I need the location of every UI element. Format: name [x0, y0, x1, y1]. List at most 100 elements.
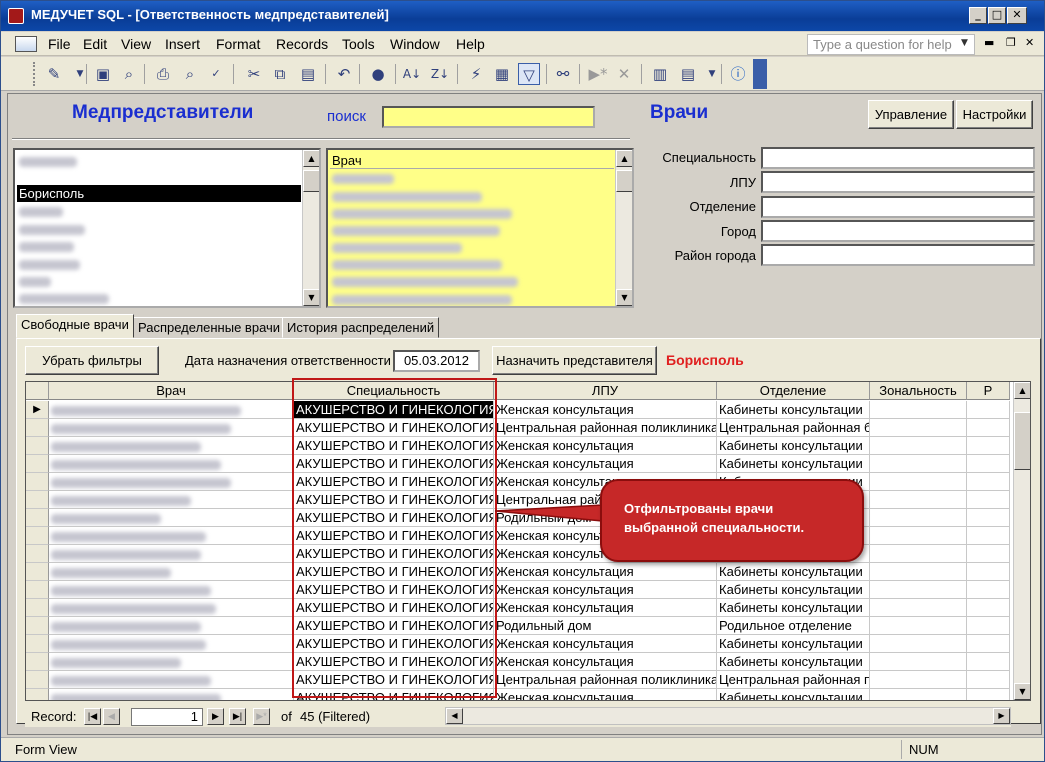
- menu-help[interactable]: Help: [456, 36, 485, 52]
- child-close-icon[interactable]: ✕: [1025, 36, 1034, 49]
- help-dropdown-icon[interactable]: ▼: [961, 38, 968, 48]
- scroll-down-icon[interactable]: ▼: [1014, 683, 1030, 700]
- cell-doctor[interactable]: [49, 491, 294, 509]
- cell-specialty[interactable]: АКУШЕРСТВО И ГИНЕКОЛОГИЯ: [294, 599, 494, 617]
- city-field[interactable]: [761, 220, 1035, 242]
- cell-extra[interactable]: [967, 581, 1010, 599]
- cell-zoning[interactable]: [870, 401, 967, 419]
- toolbar-grip[interactable]: [33, 62, 37, 86]
- cell-doctor[interactable]: [49, 437, 294, 455]
- scroll-thumb[interactable]: [303, 170, 319, 192]
- cell-specialty[interactable]: АКУШЕРСТВО И ГИНЕКОЛОГИЯ: [294, 671, 494, 689]
- department-field[interactable]: [761, 196, 1035, 218]
- cell-zoning[interactable]: [870, 653, 967, 671]
- cell-specialty[interactable]: АКУШЕРСТВО И ГИНЕКОЛОГИЯ: [294, 527, 494, 545]
- row-selector[interactable]: [26, 419, 49, 437]
- scroll-up-icon[interactable]: ▲: [303, 150, 319, 167]
- list-item[interactable]: [17, 255, 301, 272]
- cell-zoning[interactable]: [870, 527, 967, 545]
- list-item[interactable]: [330, 238, 614, 255]
- column-header[interactable]: Отделение: [717, 382, 870, 400]
- settings-button[interactable]: Настройки: [956, 100, 1033, 129]
- cell-zoning[interactable]: [870, 617, 967, 635]
- cell-specialty[interactable]: АКУШЕРСТВО И ГИНЕКОЛОГИЯ: [294, 635, 494, 653]
- app-icon[interactable]: [8, 8, 24, 24]
- column-header[interactable]: Специальность: [294, 382, 494, 400]
- cell-extra[interactable]: [967, 401, 1010, 419]
- cell-specialty[interactable]: АКУШЕРСТВО И ГИНЕКОЛОГИЯ: [294, 617, 494, 635]
- cell-doctor[interactable]: [49, 671, 294, 689]
- cell-specialty[interactable]: АКУШЕРСТВО И ГИНЕКОЛОГИЯ: [294, 473, 494, 491]
- view-dropdown-icon[interactable]: ▼: [69, 63, 91, 85]
- cell-extra[interactable]: [967, 653, 1010, 671]
- save-icon[interactable]: ▣: [92, 63, 114, 85]
- help-search-input[interactable]: Type a question for help: [807, 34, 975, 55]
- row-selector[interactable]: [26, 689, 49, 700]
- hyperlink-icon[interactable]: ●: [367, 63, 389, 85]
- new-record-nav-icon[interactable]: ▶*: [253, 708, 270, 725]
- cell-department[interactable]: Родильное отделение: [717, 617, 870, 635]
- filter-by-form-icon[interactable]: ▦: [491, 63, 513, 85]
- menu-tools[interactable]: Tools: [342, 36, 375, 52]
- cell-doctor[interactable]: [49, 509, 294, 527]
- paste-icon[interactable]: ▤: [297, 63, 319, 85]
- cell-zoning[interactable]: [870, 509, 967, 527]
- cell-zoning[interactable]: [870, 599, 967, 617]
- cell-lpu[interactable]: Женская консультация: [494, 689, 717, 700]
- new-object-dropdown-icon[interactable]: ▼: [701, 63, 723, 85]
- assign-rep-button[interactable]: Назначить представителя: [492, 346, 657, 375]
- cell-lpu[interactable]: Женская консультация: [494, 455, 717, 473]
- scroll-up-icon[interactable]: ▲: [1014, 382, 1030, 399]
- toolbar-options-icon[interactable]: [753, 59, 767, 89]
- cell-zoning[interactable]: [870, 563, 967, 581]
- list-item[interactable]: [17, 272, 301, 289]
- cell-zoning[interactable]: [870, 437, 967, 455]
- prev-record-icon[interactable]: ◀: [103, 708, 120, 725]
- row-selector[interactable]: [26, 599, 49, 617]
- list-item[interactable]: [17, 220, 301, 237]
- cell-zoning[interactable]: [870, 545, 967, 563]
- cell-department[interactable]: Кабинеты консультации: [717, 653, 870, 671]
- row-selector-header[interactable]: [26, 382, 49, 400]
- cell-lpu[interactable]: Женская консультация: [494, 563, 717, 581]
- menu-records[interactable]: Records: [276, 36, 328, 52]
- scroll-right-icon[interactable]: ▶: [993, 708, 1010, 724]
- cell-extra[interactable]: [967, 563, 1010, 581]
- cell-department[interactable]: Кабинеты консультации: [717, 599, 870, 617]
- cell-doctor[interactable]: [49, 419, 294, 437]
- cell-specialty[interactable]: АКУШЕРСТВО И ГИНЕКОЛОГИЯ: [294, 581, 494, 599]
- cell-specialty[interactable]: АКУШЕРСТВО И ГИНЕКОЛОГИЯ: [294, 545, 494, 563]
- cell-extra[interactable]: [967, 509, 1010, 527]
- reps-listbox[interactable]: Борисполь ▲ ▼: [13, 148, 321, 308]
- close-button[interactable]: ✕: [1007, 7, 1027, 24]
- cell-lpu[interactable]: Женская консультация: [494, 599, 717, 617]
- cell-extra[interactable]: [967, 473, 1010, 491]
- manage-button[interactable]: Управление: [868, 100, 954, 129]
- row-selector[interactable]: [26, 509, 49, 527]
- form-window-icon[interactable]: [15, 36, 37, 52]
- cell-department[interactable]: Центральная районная п: [717, 671, 870, 689]
- cell-doctor[interactable]: [49, 401, 294, 419]
- list-item-selected[interactable]: Борисполь: [17, 185, 301, 202]
- menu-window[interactable]: Window: [390, 36, 440, 52]
- find-icon[interactable]: ⚯: [552, 63, 574, 85]
- cell-specialty[interactable]: АКУШЕРСТВО И ГИНЕКОЛОГИЯ: [294, 563, 494, 581]
- datasheet-hscroll[interactable]: ◀ ▶: [445, 707, 1011, 725]
- menu-file[interactable]: File: [48, 36, 71, 52]
- cell-doctor[interactable]: [49, 653, 294, 671]
- cell-zoning[interactable]: [870, 473, 967, 491]
- list-item[interactable]: [330, 169, 614, 186]
- scroll-thumb[interactable]: [1014, 412, 1030, 470]
- list-item[interactable]: [330, 221, 614, 238]
- row-selector[interactable]: [26, 563, 49, 581]
- row-selector[interactable]: [26, 437, 49, 455]
- cell-zoning[interactable]: [870, 419, 967, 437]
- tab-history[interactable]: История распределений: [282, 317, 440, 338]
- cell-extra[interactable]: [967, 545, 1010, 563]
- row-selector[interactable]: [26, 617, 49, 635]
- cell-specialty[interactable]: АКУШЕРСТВО И ГИНЕКОЛОГИЯ: [294, 491, 494, 509]
- menu-edit[interactable]: Edit: [83, 36, 107, 52]
- cell-extra[interactable]: [967, 617, 1010, 635]
- row-selector[interactable]: [26, 635, 49, 653]
- print-preview-icon[interactable]: ⌕: [179, 63, 201, 85]
